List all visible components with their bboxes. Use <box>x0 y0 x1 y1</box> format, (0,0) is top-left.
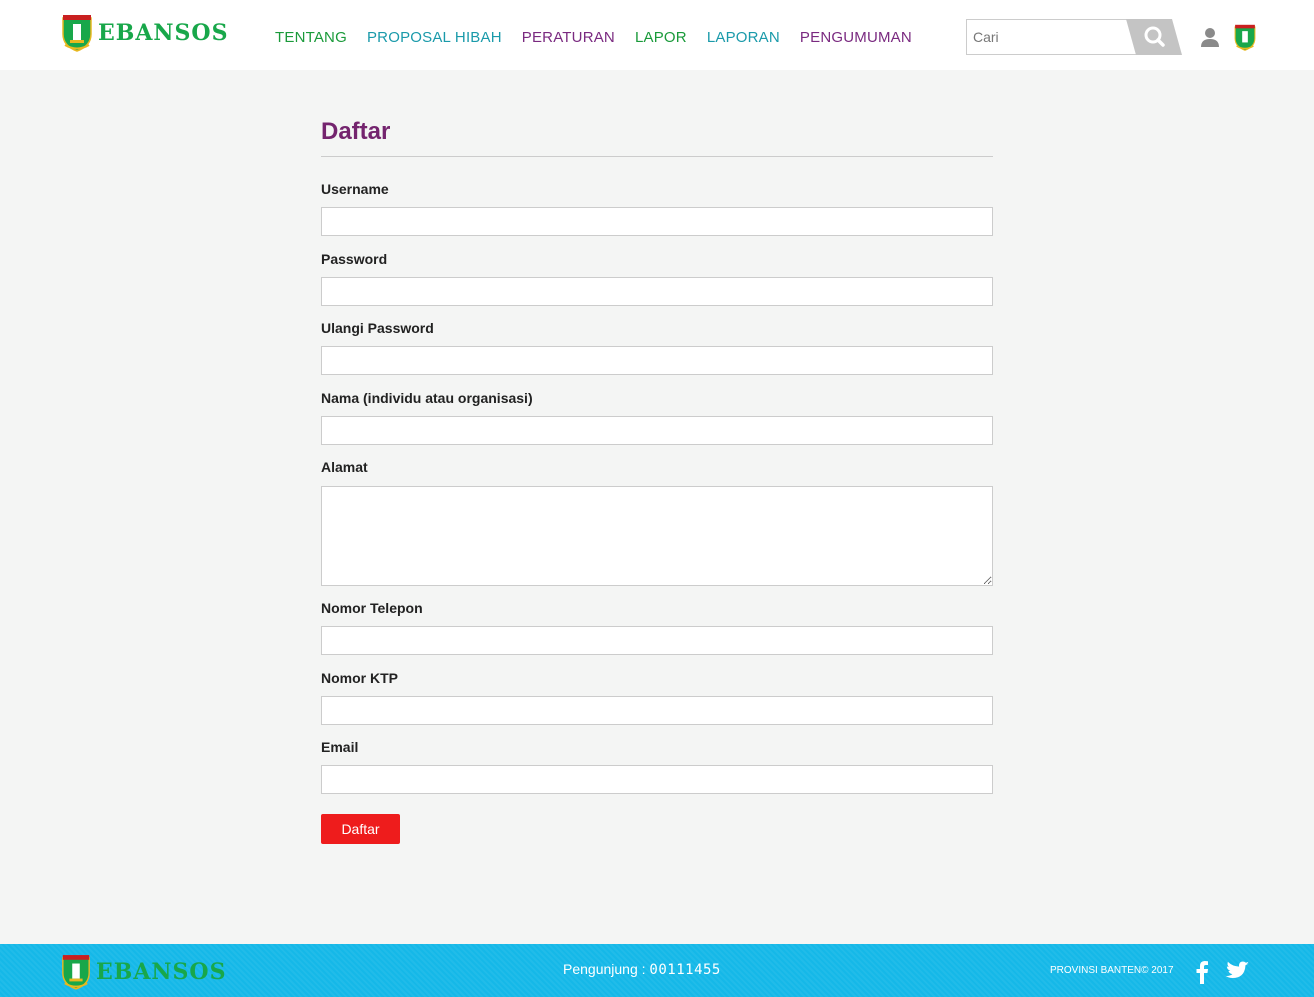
field-group-username: Username <box>321 180 993 236</box>
nav-item-pengumuman[interactable]: PENGUMUMAN <box>800 29 912 46</box>
logo-text: EBANSOS <box>98 20 229 46</box>
site-logo[interactable]: EBANSOS <box>60 14 228 52</box>
search-button[interactable] <box>1126 19 1182 55</box>
search-box <box>966 19 1182 55</box>
page-title: Daftar <box>321 118 993 157</box>
nav-item-lapor[interactable]: LAPOR <box>635 29 687 46</box>
name-input[interactable] <box>321 416 993 445</box>
ktp-label: Nomor KTP <box>321 670 398 686</box>
field-group-address: Alamat <box>321 458 993 586</box>
field-group-password-repeat: Ulangi Password <box>321 319 993 375</box>
field-group-name: Nama (individu atau organisasi) <box>321 389 993 445</box>
username-label: Username <box>321 181 389 197</box>
nav-item-peraturan[interactable]: PERATURAN <box>522 29 615 46</box>
banten-emblem-small-icon[interactable] <box>1233 24 1257 51</box>
banten-emblem-icon <box>62 15 92 52</box>
email-input[interactable] <box>321 765 993 794</box>
address-textarea[interactable] <box>321 486 993 586</box>
user-icon[interactable] <box>1200 27 1220 47</box>
nav-item-proposal-hibah[interactable]: PROPOSAL HIBAH <box>367 29 502 46</box>
field-group-phone: Nomor Telepon <box>321 599 993 655</box>
address-label: Alamat <box>321 459 368 475</box>
name-label: Nama (individu atau organisasi) <box>321 390 533 406</box>
site-footer: EBANSOS Pengunjung : 00111455 PROVINSI B… <box>0 944 1314 997</box>
password-label: Password <box>321 251 388 267</box>
password-input[interactable] <box>321 277 993 306</box>
field-group-email: Email <box>321 738 993 794</box>
footer-logo[interactable]: EBANSOS <box>60 954 226 990</box>
field-group-ktp: Nomor KTP <box>321 669 993 725</box>
banten-emblem-footer-icon <box>62 955 90 990</box>
nav-item-laporan[interactable]: LAPORAN <box>707 29 780 46</box>
username-input[interactable] <box>321 207 993 236</box>
twitter-icon[interactable] <box>1225 960 1249 982</box>
phone-input[interactable] <box>321 626 993 655</box>
copyright-text: PROVINSI BANTEN© 2017 <box>1050 965 1174 976</box>
password-repeat-input[interactable] <box>321 346 993 375</box>
facebook-icon[interactable] <box>1195 960 1209 984</box>
footer-logo-text: EBANSOS <box>96 959 227 985</box>
visitor-count: 00111455 <box>649 962 721 978</box>
visitor-label: Pengunjung : <box>563 961 646 977</box>
phone-label: Nomor Telepon <box>321 600 423 616</box>
search-input[interactable] <box>966 19 1136 55</box>
site-header: EBANSOS TENTANG PROPOSAL HIBAH PERATURAN… <box>0 0 1314 70</box>
visitor-counter: Pengunjung : 00111455 <box>563 961 721 978</box>
nav-item-tentang[interactable]: TENTANG <box>275 29 347 46</box>
ktp-input[interactable] <box>321 696 993 725</box>
register-submit-button[interactable]: Daftar <box>321 814 400 844</box>
password-repeat-label: Ulangi Password <box>321 320 434 336</box>
main-nav: TENTANG PROPOSAL HIBAH PERATURAN LAPOR L… <box>275 29 932 46</box>
email-label: Email <box>321 739 359 755</box>
search-icon <box>1126 19 1182 55</box>
field-group-password: Password <box>321 250 993 306</box>
register-form: Daftar Username Password Ulangi Password… <box>321 118 993 844</box>
